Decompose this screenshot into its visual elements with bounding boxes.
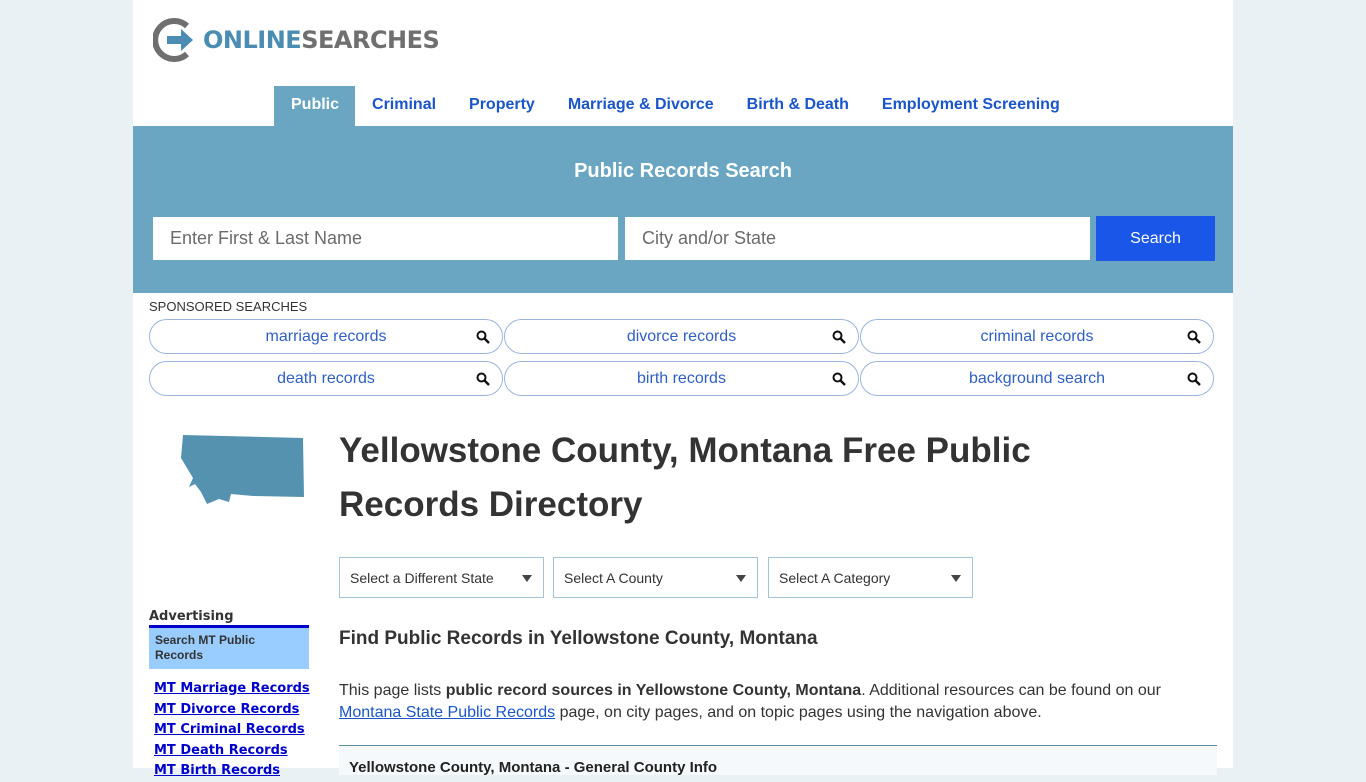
- county-select-value: Select A County: [564, 570, 663, 586]
- pill-label: death records: [277, 369, 375, 387]
- ad-box-title: Search MT Public Records: [149, 625, 309, 669]
- nav-public[interactable]: Public: [274, 86, 356, 126]
- nav-birth-death[interactable]: Birth & Death: [730, 86, 865, 126]
- sidebar-link-marriage[interactable]: MT Marriage Records: [154, 679, 310, 700]
- sponsored-label: SPONSORED SEARCHES: [149, 299, 308, 314]
- chevron-down-icon: [736, 575, 746, 582]
- sidebar-link-divorce[interactable]: MT Divorce Records: [154, 700, 310, 721]
- site-logo[interactable]: ONLINESEARCHES: [153, 18, 440, 62]
- sidebar-link-birth[interactable]: MT Birth Records: [154, 761, 310, 782]
- intro-paragraph: This page lists public record sources in…: [339, 682, 1161, 721]
- nav-marriage-divorce[interactable]: Marriage & Divorce: [551, 86, 730, 126]
- state-select-value: Select a Different State: [350, 570, 494, 586]
- nav-criminal[interactable]: Criminal: [355, 86, 452, 126]
- category-select-value: Select A Category: [779, 570, 891, 586]
- sidebar-link-death[interactable]: MT Death Records: [154, 741, 310, 762]
- search-icon: [1187, 372, 1201, 386]
- search-icon: [832, 372, 846, 386]
- page-title: Yellowstone County, Montana Free Public …: [339, 431, 1031, 524]
- name-input[interactable]: [153, 217, 618, 260]
- sponsored-divorce-records[interactable]: divorce records: [504, 319, 859, 354]
- search-button[interactable]: Search: [1096, 216, 1215, 261]
- search-icon: [476, 372, 490, 386]
- main-nav: Public Criminal Property Marriage & Divo…: [274, 86, 1076, 126]
- search-icon: [476, 330, 490, 344]
- sidebar-link-criminal[interactable]: MT Criminal Records: [154, 720, 310, 741]
- sponsored-birth-records[interactable]: birth records: [504, 361, 859, 396]
- sidebar-ad-links: MT Marriage Records MT Divorce Records M…: [154, 679, 310, 782]
- pill-label: marriage records: [265, 327, 387, 345]
- hero-title: Public Records Search: [574, 160, 792, 182]
- logo-text: ONLINESEARCHES: [203, 26, 440, 54]
- sponsored-marriage-records[interactable]: marriage records: [149, 319, 503, 354]
- nav-property[interactable]: Property: [452, 86, 551, 126]
- sponsored-criminal-records[interactable]: criminal records: [860, 319, 1214, 354]
- sponsored-background-search[interactable]: background search: [860, 361, 1214, 396]
- search-icon: [1187, 330, 1201, 344]
- section-heading: Find Public Records in Yellowstone Count…: [339, 628, 818, 649]
- montana-map-icon: [181, 435, 304, 504]
- page-container: ONLINESEARCHES Public Criminal Property …: [133, 0, 1233, 778]
- advertising-label: Advertising: [149, 609, 234, 624]
- category-select[interactable]: Select A Category: [768, 557, 973, 598]
- pill-label: background search: [968, 369, 1106, 387]
- location-input[interactable]: [625, 217, 1090, 260]
- chevron-down-icon: [951, 575, 961, 582]
- county-info-box: Yellowstone County, Montana - General Co…: [339, 745, 1217, 776]
- search-hero: Public Records Search Search: [133, 126, 1233, 293]
- search-icon: [832, 330, 846, 344]
- nav-employment-screening[interactable]: Employment Screening: [865, 86, 1076, 126]
- montana-state-records-link[interactable]: Montana State Public Records: [339, 704, 555, 721]
- county-select[interactable]: Select A County: [553, 557, 758, 598]
- pill-label: divorce records: [626, 327, 737, 345]
- logo-icon: [153, 18, 193, 62]
- chevron-down-icon: [522, 575, 532, 582]
- state-select[interactable]: Select a Different State: [339, 557, 544, 598]
- pill-label: criminal records: [980, 327, 1094, 345]
- sponsored-death-records[interactable]: death records: [149, 361, 503, 396]
- pill-label: birth records: [637, 369, 726, 387]
